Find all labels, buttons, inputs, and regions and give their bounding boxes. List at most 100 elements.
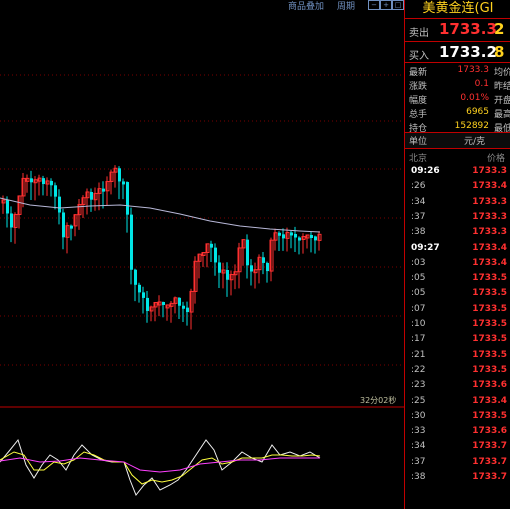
tick-row[interactable]: :34 1733.7 <box>405 439 510 454</box>
tick-header: 北京 价格 <box>405 150 510 164</box>
stat-label-2: 昨结 <box>494 82 510 92</box>
unit-row: 单位 元/克 <box>405 133 510 148</box>
unit-value: 元/克 <box>463 137 485 147</box>
tick-price: 1733.4 <box>472 242 507 253</box>
stat-value: 6965 <box>466 107 489 117</box>
instrument-title: 美黄金连(GI <box>422 1 494 16</box>
tick-time: :26 <box>411 181 426 192</box>
quote-panel: 美黄金连(GI 卖出 1733.3 2 买入 1733.2 8 最新 1733.3… <box>404 0 510 509</box>
tick-row[interactable]: :37 1733.3 <box>405 210 510 225</box>
tick-row[interactable]: :21 1733.5 <box>405 348 510 363</box>
buy-price: 1733.2 <box>439 43 497 61</box>
tick-price: 1733.5 <box>472 273 507 284</box>
tick-price: 1733.7 <box>472 472 507 482</box>
zoom-in-icon[interactable]: + <box>380 0 392 10</box>
stat-value: 1733.3 <box>457 65 490 75</box>
tick-price: 1733.5 <box>472 349 507 360</box>
candlesticks <box>1 165 322 330</box>
tick-row[interactable]: :38 1733.7 <box>405 470 510 485</box>
tick-time: :34 <box>411 441 426 452</box>
tick-row[interactable]: :34 1733.3 <box>405 195 510 210</box>
tick-time: :10 <box>411 319 426 329</box>
tick-time: :38 <box>411 227 426 238</box>
tick-price: 1733.6 <box>472 426 507 437</box>
tick-row[interactable]: :26 1733.4 <box>405 179 510 194</box>
restore-icon[interactable]: □ <box>392 0 404 10</box>
stat-row: 涨跌 0.1 昨结 <box>405 78 510 93</box>
tick-row[interactable]: :05 1733.5 <box>405 286 510 301</box>
stat-label-2: 开盘 <box>494 96 510 106</box>
unit-label: 单位 <box>409 137 428 147</box>
tick-row[interactable]: :33 1733.6 <box>405 424 510 439</box>
zoom-out-icon[interactable]: − <box>368 0 380 10</box>
tick-price: 1733.7 <box>472 456 507 467</box>
tick-time: :22 <box>411 364 426 375</box>
tick-row[interactable]: 09:27 1733.4 <box>405 241 510 256</box>
tick-time: :33 <box>411 426 426 437</box>
tick-price: 1733.5 <box>472 364 507 375</box>
chart-grid <box>0 74 404 408</box>
tick-time: :03 <box>411 257 426 268</box>
stat-value: 152892 <box>454 121 489 131</box>
tick-time: 09:26 <box>411 166 440 176</box>
tick-row[interactable]: :30 1733.5 <box>405 409 510 424</box>
stat-label-2: 均价 <box>494 68 510 78</box>
tick-row[interactable]: :37 1733.7 <box>405 455 510 470</box>
beijing-time-header: 北京 <box>409 154 428 164</box>
chart-canvas[interactable] <box>0 10 404 509</box>
tick-price: 1733.6 <box>472 380 507 391</box>
tick-row[interactable]: :23 1733.6 <box>405 378 510 393</box>
sell-price: 1733.3 <box>439 20 497 38</box>
tick-time: :37 <box>411 211 426 222</box>
tick-price: 1733.5 <box>472 319 507 329</box>
stat-label: 涨跌 <box>409 82 428 92</box>
tick-row[interactable]: :17 1733.5 <box>405 332 510 347</box>
divider <box>405 62 510 63</box>
tick-time: :21 <box>411 349 426 360</box>
tick-row[interactable]: 09:26 1733.3 <box>405 164 510 179</box>
tick-time: :25 <box>411 395 426 406</box>
tick-row[interactable]: :10 1733.5 <box>405 317 510 332</box>
candlestick-chart[interactable]: 32分02秒 <box>0 10 404 509</box>
divider <box>405 148 510 149</box>
tick-time: :23 <box>411 380 426 391</box>
tick-row[interactable]: :22 1733.5 <box>405 363 510 378</box>
tick-price: 1733.3 <box>472 211 507 222</box>
buy-quote[interactable]: 买入 1733.2 8 <box>405 42 510 64</box>
tick-price: 1733.7 <box>472 441 507 452</box>
tick-price: 1733.5 <box>472 410 507 421</box>
stat-row: 幅度 0.01% 开盘 <box>405 92 510 107</box>
countdown-label: 32分02秒 <box>360 396 397 405</box>
sell-label: 卖出 <box>409 28 429 39</box>
moving-average-line <box>0 197 321 233</box>
tick-price: 1733.4 <box>472 257 507 268</box>
tick-time: :30 <box>411 410 426 421</box>
tick-row[interactable]: :07 1733.5 <box>405 302 510 317</box>
tick-price: 1733.3 <box>472 227 507 238</box>
buy-label: 买入 <box>409 51 429 62</box>
tick-price: 1733.5 <box>472 303 507 314</box>
tick-price: 1733.4 <box>472 395 507 406</box>
price-header: 价格 <box>486 154 505 164</box>
stat-value: 0.1 <box>474 79 489 89</box>
tick-price: 1733.3 <box>472 196 507 207</box>
tick-row[interactable]: :38 1733.3 <box>405 225 510 240</box>
buy-volume: 8 <box>494 43 505 61</box>
sell-quote[interactable]: 卖出 1733.3 2 <box>405 19 510 41</box>
tick-row[interactable]: :03 1733.4 <box>405 256 510 271</box>
tick-time: :07 <box>411 303 426 314</box>
tick-time: :37 <box>411 456 426 467</box>
oscillator-panel <box>0 438 321 496</box>
tick-price: 1733.3 <box>472 166 507 176</box>
tick-time: :05 <box>411 288 426 299</box>
stat-value: 0.01% <box>460 93 489 103</box>
tick-price: 1733.4 <box>472 181 507 192</box>
sell-volume: 2 <box>494 20 505 38</box>
tick-row[interactable]: :25 1733.4 <box>405 394 510 409</box>
stat-row: 总手 6965 最高 <box>405 106 510 121</box>
tick-row[interactable]: :05 1733.5 <box>405 271 510 286</box>
stat-label: 幅度 <box>409 96 428 106</box>
tick-time: :38 <box>411 472 426 482</box>
stat-label: 最新 <box>409 68 428 78</box>
stat-label: 总手 <box>409 110 428 120</box>
